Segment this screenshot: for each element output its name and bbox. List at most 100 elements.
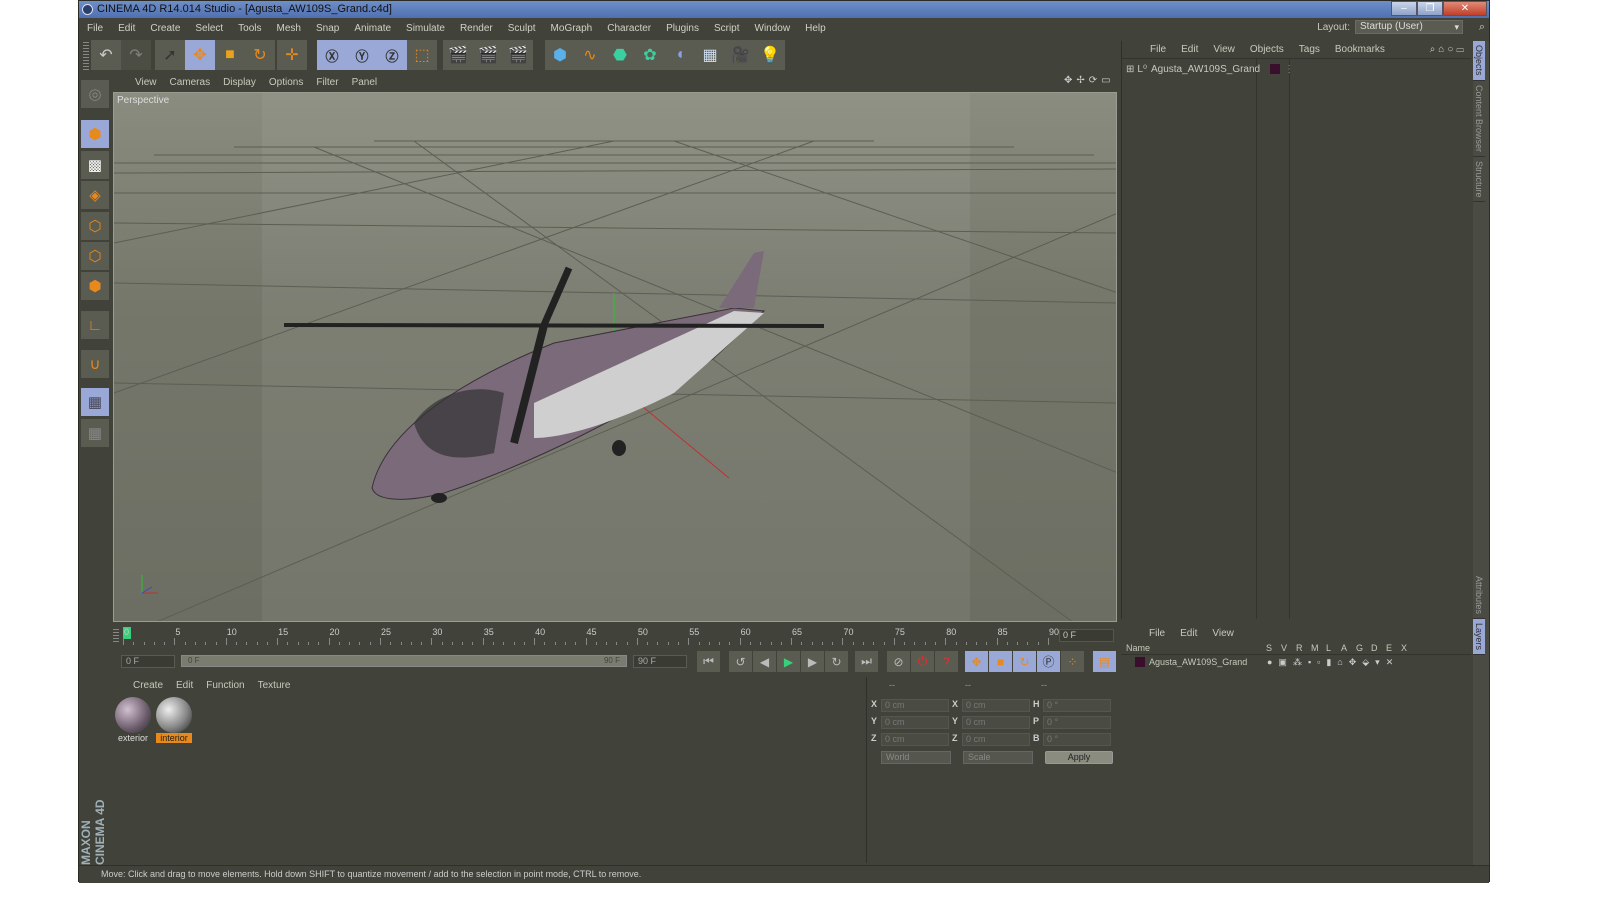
object-row[interactable]: ⊞ L⁰ Agusta_AW109S_Grand ⋮ (1126, 62, 1294, 76)
material-menu-texture[interactable]: Texture (258, 680, 291, 691)
expand-icon[interactable]: ⊞ (1126, 64, 1134, 75)
coordinate-mode-dropdown[interactable]: World (881, 751, 951, 764)
make-editable-icon[interactable]: ◎ (81, 80, 109, 108)
rotate-icon[interactable]: ↻ (245, 40, 275, 70)
menu-mograph[interactable]: MoGraph (551, 23, 593, 34)
rotation-h-field[interactable]: 0 ° (1043, 699, 1111, 712)
render-picture-viewer-icon[interactable]: 🎬 (473, 40, 503, 70)
go-to-previous-key-icon[interactable]: ↺ (729, 651, 752, 672)
timeline-ruler[interactable]: 0 5 10 15 20 25 30 35 40 45 50 55 60 65 70 75 80 85 90 0 F (113, 625, 1117, 647)
size-z-field[interactable]: 0 cm (962, 733, 1030, 746)
coordinate-type-dropdown[interactable]: Scale (963, 751, 1033, 764)
record-position-icon[interactable]: ✥ (965, 651, 988, 672)
locked-workplane-icon[interactable]: ▦ (81, 388, 109, 416)
size-x-field[interactable]: 0 cm (962, 699, 1030, 712)
layer-flag-icons[interactable]: ●▣⁂▪▫▮⌂✥⬙▾✕ (1267, 657, 1399, 668)
scale-icon[interactable]: ■ (215, 40, 245, 70)
menu-snap[interactable]: Snap (316, 23, 339, 34)
3d-viewport[interactable]: Perspective (113, 92, 1117, 622)
previous-frame-icon[interactable]: ◀ (753, 651, 776, 672)
rotation-p-field[interactable]: 0 ° (1043, 716, 1111, 729)
material-menu-edit[interactable]: Edit (176, 680, 193, 691)
light-icon[interactable]: 💡 (755, 40, 785, 70)
minimize-button[interactable]: – (1391, 1, 1417, 16)
keyframe-selection-icon[interactable]: ? (935, 651, 958, 672)
object-menu-tags[interactable]: Tags (1299, 44, 1320, 55)
layer-color-swatch[interactable] (1135, 657, 1145, 667)
toolbar-grip[interactable] (83, 42, 89, 70)
viewport-nav-icons[interactable]: ✥✢⟳▭ (1064, 75, 1115, 86)
live-selection-icon[interactable]: ➚ (155, 40, 185, 70)
menu-simulate[interactable]: Simulate (406, 23, 445, 34)
x-axis-lock-icon[interactable]: Ⓧ (317, 40, 347, 70)
planar-workplane-icon[interactable]: ▦ (81, 419, 109, 447)
axis-mode-icon[interactable]: ∟ (81, 311, 109, 339)
recent-tool-icon[interactable]: ✛ (277, 40, 307, 70)
viewport-menu-filter[interactable]: Filter (316, 77, 338, 88)
preview-range-slider[interactable]: 0 F 90 F (181, 655, 627, 667)
layer-menu-file[interactable]: File (1149, 628, 1165, 639)
layer-row[interactable]: Agusta_AW109S_Grand ●▣⁂▪▫▮⌂✥⬙▾✕ (1121, 655, 1471, 669)
menu-create[interactable]: Create (150, 23, 180, 34)
rotation-b-field[interactable]: 0 ° (1043, 733, 1111, 746)
end-frame-field[interactable]: 90 F (633, 655, 687, 668)
visibility-dots-icon[interactable]: ⋮ (1284, 64, 1294, 75)
render-settings-icon[interactable]: 🎬 (503, 40, 533, 70)
render-view-icon[interactable]: 🎬 (443, 40, 473, 70)
menu-mesh[interactable]: Mesh (277, 23, 301, 34)
menu-animate[interactable]: Animate (354, 23, 391, 34)
layer-menu-view[interactable]: View (1212, 628, 1234, 639)
go-to-next-key-icon[interactable]: ↻ (825, 651, 848, 672)
edges-mode-icon[interactable]: ⬡ (81, 242, 109, 270)
menu-help[interactable]: Help (805, 23, 826, 34)
workplane-mode-icon[interactable]: ◈ (81, 181, 109, 209)
tab-objects[interactable]: Objects (1473, 41, 1485, 81)
frame-ruler[interactable]: 0 5 10 15 20 25 30 35 40 45 50 55 60 65 70 75 80 85 90 (123, 625, 1059, 647)
redo-icon[interactable]: ↷ (121, 40, 151, 70)
record-point-level-icon[interactable]: ⁘ (1061, 651, 1084, 672)
record-scale-icon[interactable]: ■ (989, 651, 1012, 672)
object-menu-edit[interactable]: Edit (1181, 44, 1198, 55)
z-axis-lock-icon[interactable]: Ⓩ (377, 40, 407, 70)
menu-script[interactable]: Script (714, 23, 740, 34)
layer-color-swatch[interactable] (1270, 64, 1281, 74)
deformer-icon[interactable]: ◖ (665, 40, 695, 70)
tab-content-browser[interactable]: Content Browser (1473, 81, 1485, 157)
viewport-menu-view[interactable]: View (135, 77, 157, 88)
next-frame-icon[interactable]: ▶ (801, 651, 824, 672)
record-keys-off-icon[interactable]: ⊘ (887, 651, 910, 672)
spline-pen-icon[interactable]: ∿ (575, 40, 605, 70)
material-exterior[interactable]: exterior (115, 697, 151, 743)
cube-icon[interactable]: ⬢ (545, 40, 575, 70)
start-frame-field[interactable]: 0 F (121, 655, 175, 668)
magnet-icon[interactable]: ∪ (81, 350, 109, 378)
material-menu-function[interactable]: Function (206, 680, 244, 691)
go-to-end-icon[interactable]: ⏭ (855, 651, 878, 672)
floor-icon[interactable]: ▦ (695, 40, 725, 70)
points-mode-icon[interactable]: ⬡ (81, 212, 109, 240)
close-button[interactable]: ✕ (1443, 1, 1487, 16)
current-frame-field[interactable]: 0 F (1059, 629, 1114, 642)
subdivision-surface-icon[interactable]: ⬣ (605, 40, 635, 70)
object-manager-search-icons[interactable]: ⌕⌂○▭ (1430, 44, 1467, 55)
texture-mode-icon[interactable]: ▩ (81, 151, 109, 179)
polygons-mode-icon[interactable]: ⬢ (81, 272, 109, 300)
menu-tools[interactable]: Tools (238, 23, 261, 34)
viewport-menu-display[interactable]: Display (223, 77, 256, 88)
object-name[interactable]: Agusta_AW109S_Grand (1151, 64, 1260, 75)
tab-structure[interactable]: Structure (1473, 157, 1485, 203)
viewport-menu-cameras[interactable]: Cameras (170, 77, 211, 88)
layer-name[interactable]: Agusta_AW109S_Grand (1149, 657, 1267, 667)
go-to-start-icon[interactable]: ⏮ (697, 651, 720, 672)
object-menu-bookmarks[interactable]: Bookmarks (1335, 44, 1385, 55)
autokeying-icon[interactable]: ⏻ (911, 651, 934, 672)
layout-dropdown[interactable]: Startup (User) (1355, 20, 1463, 34)
viewport-menu-options[interactable]: Options (269, 77, 303, 88)
position-x-field[interactable]: 0 cm (881, 699, 949, 712)
menu-character[interactable]: Character (607, 23, 651, 34)
cloner-icon[interactable]: ✿ (635, 40, 665, 70)
object-menu-objects[interactable]: Objects (1250, 44, 1284, 55)
material-interior[interactable]: interior (156, 697, 192, 743)
viewport-menu-panel[interactable]: Panel (352, 77, 378, 88)
object-menu-file[interactable]: File (1150, 44, 1166, 55)
